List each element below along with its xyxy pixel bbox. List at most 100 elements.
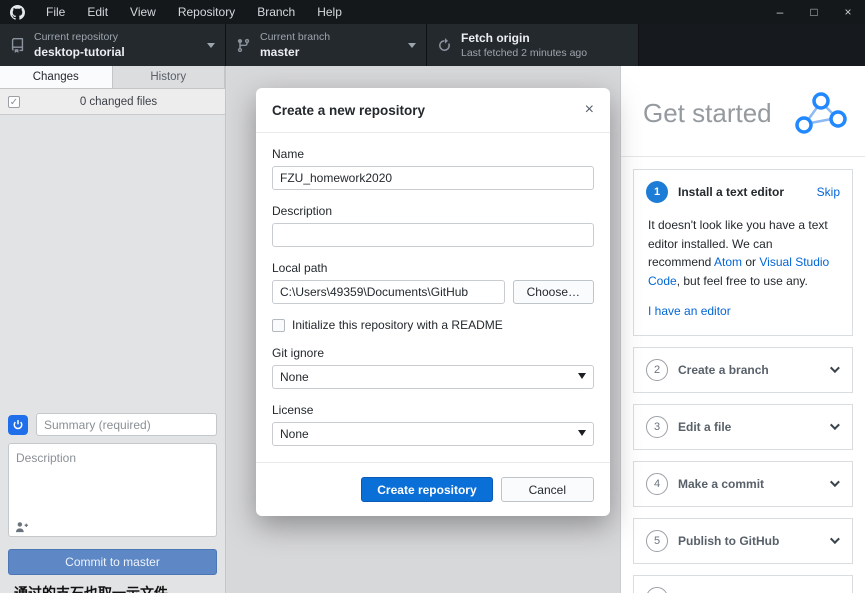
menu-help[interactable]: Help (306, 0, 353, 24)
step-body: It doesn't look like you have a text edi… (634, 214, 852, 335)
step-number-badge: 6 (646, 586, 668, 593)
local-path-input[interactable] (272, 280, 505, 304)
dropdown-arrow-icon (578, 373, 586, 379)
create-repository-dialog: Create a new repository × Name Descripti… (256, 88, 610, 516)
current-branch-label: Current branch (260, 31, 331, 43)
step-title: Publish to GitHub (678, 533, 780, 548)
step-create-a-branch[interactable]: 2 Create a branch (633, 346, 853, 393)
dialog-body: Name Description Local path Choose… Init… (256, 133, 610, 462)
dialog-header: Create a new repository × (256, 88, 610, 133)
select-all-checkbox[interactable]: ✓ (8, 95, 20, 108)
get-started-title: Get started (643, 97, 772, 128)
step-body-text: , but feel free to use any. (676, 273, 808, 288)
license-select[interactable]: None (272, 422, 594, 446)
readme-checkbox-label: Initialize this repository with a README (292, 318, 503, 332)
step-title: Make a commit (678, 476, 765, 491)
atom-link[interactable]: Atom (714, 255, 742, 269)
current-branch-button[interactable]: Current branch master (226, 24, 427, 66)
changes-sidebar: Changes History ✓ 0 changed files Commit… (0, 66, 226, 593)
step-make-a-commit[interactable]: 4 Make a commit (633, 460, 853, 507)
dropdown-arrow-icon (578, 430, 586, 436)
github-logo-icon (10, 4, 25, 20)
license-label: License (272, 403, 314, 417)
summary-input[interactable] (36, 413, 217, 436)
cancel-button[interactable]: Cancel (500, 477, 594, 502)
git-ignore-select[interactable]: None (272, 365, 594, 389)
readme-checkbox[interactable] (272, 318, 285, 332)
window-controls: – □ × (763, 0, 865, 24)
dialog-footer: Create repository Cancel (256, 462, 610, 516)
minimize-button[interactable]: – (763, 0, 797, 24)
fetch-origin-button[interactable]: Fetch origin Last fetched 2 minutes ago (427, 24, 639, 66)
github-desktop-window: File Edit View Repository Branch Help – … (0, 0, 865, 593)
chevron-down-icon (207, 42, 215, 48)
fetch-origin-title: Fetch origin (461, 31, 530, 45)
step-title: Create a branch (678, 362, 769, 377)
changed-files-header: ✓ 0 changed files (0, 89, 225, 115)
create-repository-button[interactable]: Create repository (361, 477, 493, 502)
sidebar-tabs: Changes History (0, 66, 225, 89)
git-branch-icon (237, 38, 250, 52)
add-coauthor-icon[interactable] (15, 521, 29, 533)
step-number-badge: 3 (646, 415, 668, 438)
step-edit-a-file[interactable]: 3 Edit a file (633, 403, 853, 450)
commit-area: Commit to master (0, 405, 225, 583)
name-label: Name (272, 147, 305, 161)
get-started-header: Get started (621, 66, 865, 157)
menu-repository[interactable]: Repository (167, 0, 246, 24)
file-list (0, 115, 225, 405)
flow-graph-icon (795, 92, 847, 134)
local-path-label: Local path (272, 261, 328, 275)
current-repository-value: desktop-tutorial (34, 45, 125, 59)
tab-history[interactable]: History (112, 66, 225, 88)
description-input[interactable] (8, 443, 217, 537)
menu-edit[interactable]: Edit (76, 0, 119, 24)
step-number-badge: 4 (646, 472, 668, 495)
git-ignore-label: Git ignore (272, 346, 325, 360)
menu-view[interactable]: View (119, 0, 167, 24)
step-number-badge: 5 (646, 529, 668, 552)
fetch-origin-subtitle: Last fetched 2 minutes ago (461, 47, 588, 59)
toolbar: Current repository desktop-tutorial Curr… (0, 24, 865, 66)
tab-changes[interactable]: Changes (0, 66, 113, 88)
dialog-title: Create a new repository (272, 102, 426, 118)
current-branch-value: master (260, 45, 300, 59)
chevron-down-icon (829, 420, 840, 431)
commit-to-master-button[interactable]: Commit to master (8, 549, 217, 575)
repository-description-input[interactable] (272, 223, 594, 247)
skip-link[interactable]: Skip (817, 185, 840, 199)
menu-branch[interactable]: Branch (246, 0, 306, 24)
step-open-a-pull-request[interactable]: 6 Open a pull request (633, 574, 853, 593)
get-started-steps: 1 Install a text editor Skip It doesn't … (621, 157, 865, 593)
chevron-down-icon (829, 477, 840, 488)
close-dialog-icon[interactable]: × (585, 102, 594, 118)
step-body-text: or (742, 255, 760, 270)
sync-icon (439, 37, 450, 51)
sidebar-bottom-text: 通过的支石也取一示文件 (14, 585, 168, 593)
current-repository-label: Current repository (34, 31, 119, 43)
choose-path-button[interactable]: Choose… (512, 280, 594, 304)
step-title: Install a text editor (678, 185, 785, 199)
menu-file[interactable]: File (35, 0, 76, 24)
changed-files-count: 0 changed files (79, 95, 158, 108)
get-started-panel: Get started 1 Install a text editor Skip… (620, 66, 865, 593)
license-selected-value: None (272, 422, 594, 446)
avatar (8, 414, 28, 435)
description-label: Description (272, 204, 333, 218)
power-identicon-icon (13, 419, 23, 429)
repository-name-input[interactable] (272, 166, 594, 190)
chevron-down-icon (829, 363, 840, 374)
step-number-badge: 2 (646, 358, 668, 381)
step-install-text-editor: 1 Install a text editor Skip It doesn't … (633, 169, 853, 336)
titlebar: File Edit View Repository Branch Help – … (0, 0, 865, 24)
step-number-badge: 1 (646, 181, 668, 203)
step-title: Edit a file (678, 419, 732, 434)
maximize-button[interactable]: □ (797, 0, 831, 24)
close-window-button[interactable]: × (831, 0, 865, 24)
chevron-down-icon (829, 534, 840, 545)
current-repository-button[interactable]: Current repository desktop-tutorial (0, 24, 226, 66)
step-publish-to-github[interactable]: 5 Publish to GitHub (633, 517, 853, 564)
i-have-an-editor-link[interactable]: I have an editor (648, 304, 731, 318)
repo-icon (11, 37, 24, 53)
git-ignore-selected-value: None (272, 365, 594, 389)
